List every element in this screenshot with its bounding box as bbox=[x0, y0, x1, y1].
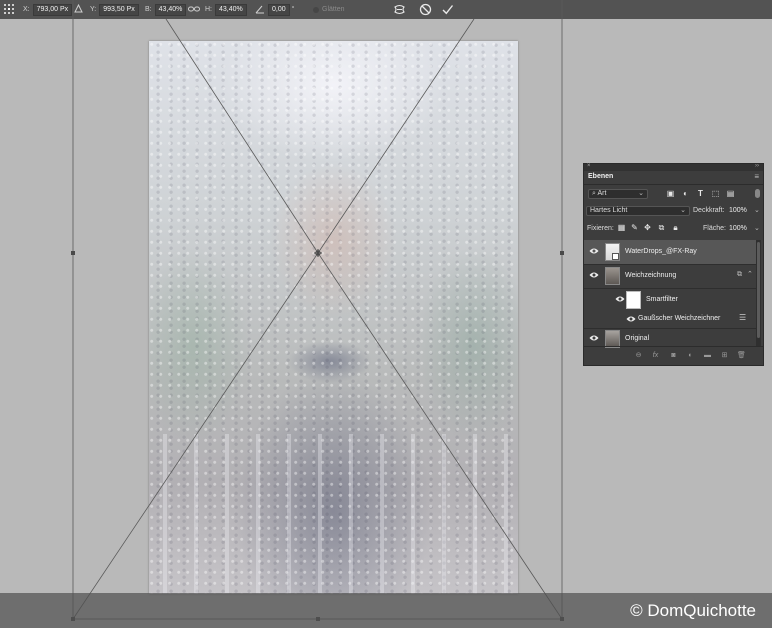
smooth-radio[interactable] bbox=[313, 6, 319, 13]
fill-chevron-icon[interactable]: ⌄ bbox=[754, 224, 760, 232]
warp-mode-icon[interactable] bbox=[393, 3, 406, 16]
lock-image-icon[interactable]: ✎ bbox=[630, 223, 639, 233]
document-image[interactable] bbox=[149, 41, 518, 594]
link-layers-icon[interactable]: ⊖ bbox=[634, 351, 643, 361]
reference-point-icon[interactable] bbox=[3, 3, 15, 15]
visibility-eye-icon[interactable] bbox=[589, 334, 599, 342]
new-layer-icon[interactable]: ⊞ bbox=[720, 351, 729, 361]
layer-name: Gaußscher Weichzeichner bbox=[638, 315, 721, 322]
filter-shape-icon[interactable]: ⬚ bbox=[711, 189, 720, 199]
lock-artboard-icon[interactable]: ⧉ bbox=[657, 223, 666, 233]
opacity-input[interactable]: 100% bbox=[729, 207, 747, 214]
collapse-panel-icon[interactable]: ›› bbox=[755, 163, 759, 169]
angle-field[interactable]: 0,00 ° bbox=[268, 3, 297, 16]
visibility-eye-icon[interactable] bbox=[615, 295, 625, 303]
x-field[interactable]: X: 793,00 Px bbox=[23, 3, 73, 16]
fill-input[interactable]: 100% bbox=[729, 225, 747, 232]
layer-style-fx-icon[interactable]: fx bbox=[651, 351, 660, 361]
close-panel-icon[interactable]: × bbox=[587, 163, 591, 169]
chevron-down-icon: ⌄ bbox=[680, 207, 686, 214]
layers-bottom-toolbar: ⊖ fx ◙ ◐ ▬ ⊞ 🗑︎ bbox=[584, 346, 763, 365]
filter-adjustment-icon[interactable]: ◐ bbox=[681, 189, 690, 199]
visibility-eye-icon[interactable] bbox=[589, 247, 599, 255]
layer-row-weichzeichnung[interactable]: Weichzeichnung ⧉ ⌃ bbox=[584, 264, 756, 289]
commit-transform-icon[interactable] bbox=[441, 3, 454, 16]
trash-icon[interactable]: 🗑︎ bbox=[737, 351, 746, 361]
lock-transparency-icon[interactable]: ▦ bbox=[617, 223, 626, 233]
visibility-eye-icon[interactable] bbox=[589, 271, 599, 279]
smart-object-badge-icon bbox=[612, 253, 619, 260]
cancel-transform-icon[interactable] bbox=[419, 3, 432, 16]
layer-row-smartfilter[interactable]: Smartfilter bbox=[584, 288, 756, 312]
layers-scrollbar[interactable] bbox=[756, 240, 761, 346]
tab-layers[interactable]: Ebenen bbox=[588, 173, 613, 180]
link-icon[interactable] bbox=[188, 5, 200, 13]
x-input[interactable]: 793,00 Px bbox=[32, 3, 73, 16]
filter-type-icon[interactable]: T bbox=[696, 189, 705, 199]
filter-smartobject-icon[interactable]: ▤ bbox=[726, 189, 735, 199]
smooth-option[interactable]: Glätten bbox=[313, 4, 345, 15]
layer-name: Original bbox=[625, 335, 650, 342]
height-input[interactable]: 43,40% bbox=[215, 3, 247, 16]
search-icon: ⌕ bbox=[592, 190, 596, 197]
angle-input[interactable]: 0,00 bbox=[268, 3, 290, 16]
expand-toggle-icon[interactable]: ⌃ bbox=[747, 270, 753, 278]
layer-row-gaussian-blur[interactable]: Gaußscher Weichzeichner ☰ bbox=[584, 310, 756, 329]
blend-mode-select[interactable]: Hartes Licht ⌄ bbox=[586, 206, 690, 216]
layer-filter-row: ⌕ Art ⌄ ▣ ◐ T ⬚ ▤ bbox=[584, 188, 763, 200]
fill-label: Fläche: bbox=[703, 225, 726, 232]
lock-label: Fixieren: bbox=[587, 225, 614, 232]
chevron-down-icon: ⌄ bbox=[638, 190, 644, 197]
triangle-delta-icon[interactable] bbox=[74, 4, 83, 13]
new-adjustment-layer-icon[interactable]: ◐ bbox=[686, 351, 695, 361]
panel-header-strip: × ›› bbox=[584, 163, 763, 171]
lock-position-icon[interactable]: ✥ bbox=[643, 223, 652, 233]
layer-name: Smartfilter bbox=[646, 296, 678, 303]
panel-menu-icon[interactable]: ≡ bbox=[754, 173, 759, 181]
layers-panel: × ›› Ebenen ≡ ⌕ Art ⌄ ▣ ◐ T ⬚ ▤ Hartes L… bbox=[583, 163, 764, 366]
visibility-eye-icon[interactable] bbox=[626, 315, 636, 323]
width-field[interactable]: B: 43,40% bbox=[145, 3, 187, 16]
filter-kind-select[interactable]: ⌕ Art ⌄ bbox=[588, 189, 648, 199]
lock-all-icon[interactable]: 🔒︎ bbox=[671, 223, 680, 233]
opacity-label: Deckkraft: bbox=[693, 207, 725, 214]
copyright-watermark: © DomQuichotte bbox=[630, 601, 756, 620]
smart-filter-mask-thumbnail[interactable] bbox=[626, 291, 641, 309]
width-input[interactable]: 43,40% bbox=[154, 3, 187, 16]
height-field[interactable]: H: 43,40% bbox=[205, 3, 247, 16]
layer-row-waterdrops[interactable]: WaterDrops_@FX-Ray bbox=[584, 240, 756, 265]
layer-name: Weichzeichnung bbox=[625, 272, 677, 279]
lock-row: Fixieren: ▦ ✎ ✥ ⧉ 🔒︎ Fläche: 100% ⌄ bbox=[584, 223, 763, 235]
options-bar: X: 793,00 Px Y: 993,50 Px B: 43,40% H: 4… bbox=[0, 0, 772, 19]
angle-icon bbox=[255, 5, 264, 14]
layer-thumbnail bbox=[605, 267, 620, 285]
filter-toggle-switch[interactable] bbox=[755, 189, 760, 198]
y-input[interactable]: 993,50 Px bbox=[99, 3, 139, 16]
filter-blending-options-icon[interactable]: ☰ bbox=[739, 313, 746, 322]
layer-name: WaterDrops_@FX-Ray bbox=[625, 248, 697, 255]
filter-pixel-icon[interactable]: ▣ bbox=[666, 189, 675, 199]
smart-filter-indicator-icon: ⧉ bbox=[737, 271, 742, 278]
opacity-chevron-icon[interactable]: ⌄ bbox=[754, 206, 760, 214]
layer-thumbnail bbox=[605, 243, 620, 261]
blend-row: Hartes Licht ⌄ Deckkraft: 100% ⌄ bbox=[584, 205, 763, 217]
water-streaks bbox=[149, 434, 518, 594]
y-field[interactable]: Y: 993,50 Px bbox=[90, 3, 139, 16]
new-group-folder-icon[interactable]: ▬ bbox=[703, 351, 712, 361]
panel-tab-row: Ebenen ≡ bbox=[584, 171, 763, 185]
add-mask-icon[interactable]: ◙ bbox=[669, 351, 678, 361]
